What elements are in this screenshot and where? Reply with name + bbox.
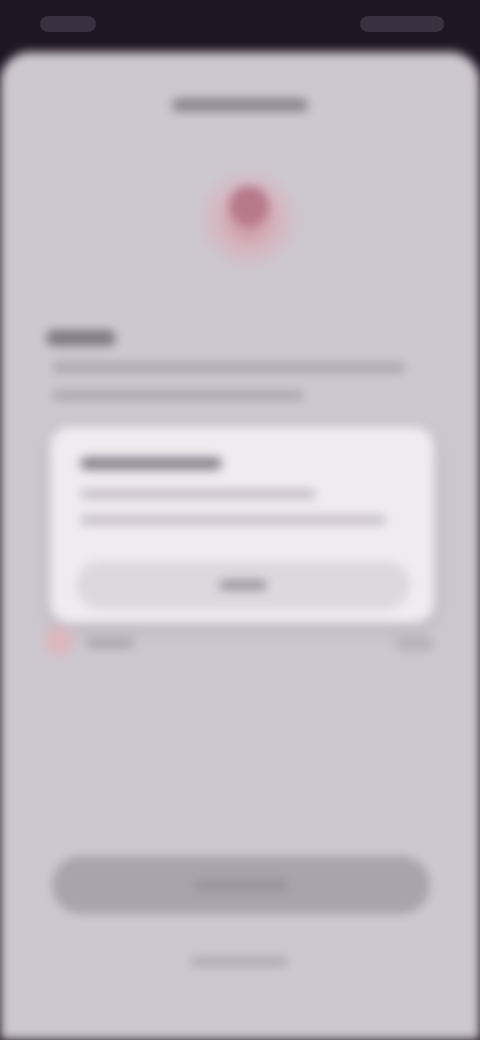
card-body-line (80, 489, 316, 499)
info-card (50, 427, 434, 623)
option-label (86, 638, 134, 649)
card-body-line (80, 515, 386, 525)
sheet-title (172, 98, 308, 112)
status-indicators (360, 16, 444, 32)
card-action-button[interactable] (76, 561, 410, 609)
bottom-sheet (0, 52, 480, 1040)
primary-action-label (194, 879, 288, 891)
option-value[interactable] (396, 636, 434, 652)
section-heading (46, 330, 116, 346)
description-line (52, 362, 406, 373)
card-action-label (219, 580, 267, 590)
status-time (40, 16, 96, 32)
app-screen (0, 0, 480, 1040)
status-bar (0, 0, 480, 52)
description-line (52, 390, 304, 401)
secondary-link[interactable] (190, 956, 288, 967)
app-logo-icon (229, 186, 269, 226)
check-icon[interactable] (44, 626, 74, 656)
primary-action-button[interactable] (52, 856, 430, 914)
card-title (80, 457, 222, 470)
